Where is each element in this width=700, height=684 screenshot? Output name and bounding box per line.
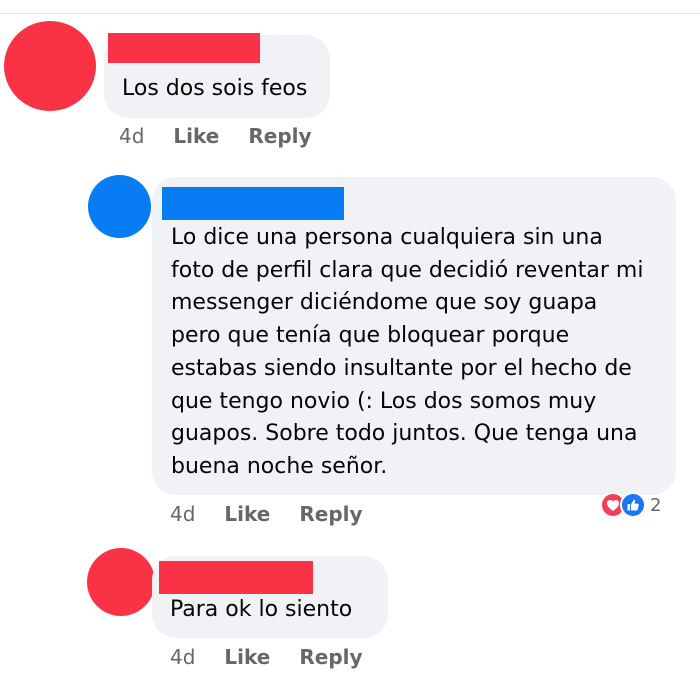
- timestamp[interactable]: 4d: [170, 645, 195, 669]
- comment-actions: 4d Like Reply: [170, 502, 392, 526]
- like-button[interactable]: Like: [173, 124, 219, 148]
- comment-text: Para ok lo siento: [170, 597, 353, 622]
- thumbs-up-icon: [620, 492, 646, 518]
- author-name-redacted[interactable]: [159, 561, 313, 594]
- avatar[interactable]: [4, 21, 96, 111]
- reaction-count: 2: [650, 494, 662, 516]
- comment-text: Los dos sois feos: [122, 76, 308, 101]
- like-button[interactable]: Like: [224, 645, 270, 669]
- divider: [0, 13, 700, 14]
- timestamp[interactable]: 4d: [119, 124, 144, 148]
- comment-actions: 4d Like Reply: [170, 645, 392, 669]
- author-name-redacted[interactable]: [108, 33, 260, 63]
- comment-actions: 4d Like Reply: [119, 124, 341, 148]
- reply-button[interactable]: Reply: [299, 645, 362, 669]
- like-button[interactable]: Like: [224, 502, 270, 526]
- author-name-redacted[interactable]: [162, 187, 344, 220]
- reactions-summary[interactable]: 2: [600, 492, 661, 518]
- comment-text: Lo dice una persona cualquiera sin una f…: [171, 225, 644, 479]
- avatar[interactable]: [88, 175, 151, 238]
- reply-button[interactable]: Reply: [248, 124, 311, 148]
- avatar[interactable]: [87, 548, 155, 616]
- reply-button[interactable]: Reply: [299, 502, 362, 526]
- timestamp[interactable]: 4d: [170, 502, 195, 526]
